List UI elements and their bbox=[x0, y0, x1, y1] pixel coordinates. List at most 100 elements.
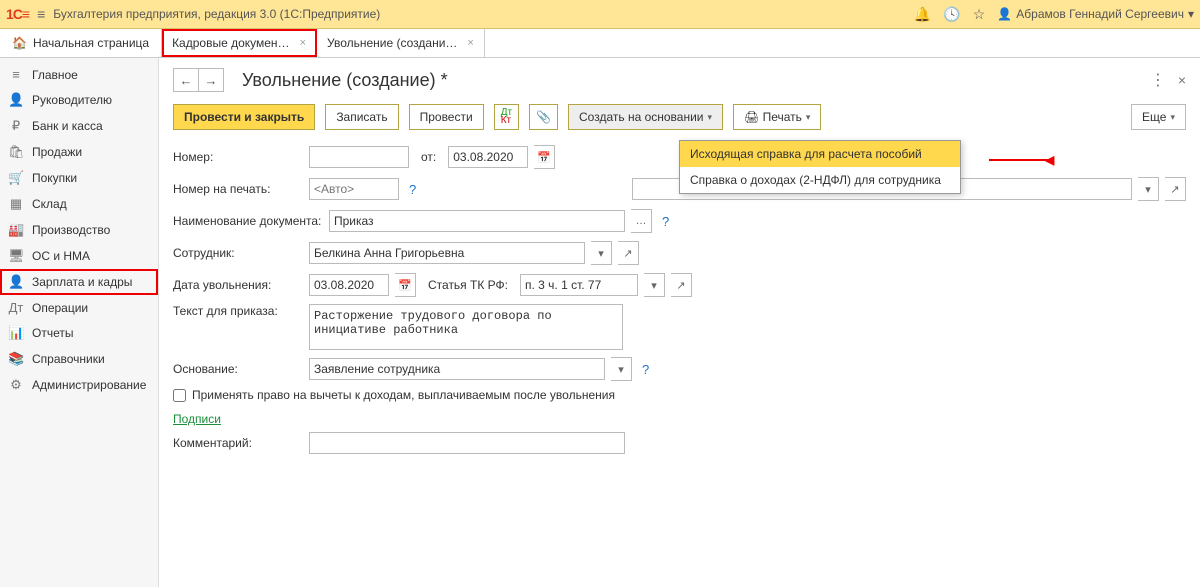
number-input[interactable] bbox=[309, 146, 409, 168]
printer-icon: 🖨 bbox=[744, 110, 759, 124]
order-text-label: Текст для приказа: bbox=[173, 304, 303, 318]
cart-icon: 🛒 bbox=[8, 170, 24, 186]
sidebar-item-label: Руководителю bbox=[32, 93, 112, 107]
dropdown-icon[interactable]: ▾ bbox=[644, 273, 665, 297]
help-icon[interactable]: ? bbox=[642, 362, 649, 377]
dtkt-button[interactable]: ДтКт bbox=[494, 104, 519, 130]
help-icon[interactable]: ? bbox=[662, 214, 669, 229]
fire-date-input[interactable] bbox=[309, 274, 389, 296]
star-icon[interactable]: ☆ bbox=[973, 6, 986, 23]
doc-name-label: Наименование документа: bbox=[173, 214, 323, 228]
print-number-input[interactable] bbox=[309, 178, 399, 200]
tab-label: Начальная страница bbox=[33, 36, 149, 50]
from-label: от: bbox=[421, 150, 436, 164]
monitor-icon: 🖥 bbox=[8, 248, 24, 264]
checkbox-input[interactable] bbox=[173, 389, 186, 402]
sidebar-item-label: Операции bbox=[32, 301, 88, 315]
comment-input[interactable] bbox=[309, 432, 625, 454]
sidebar-item-production[interactable]: 🏭Производство bbox=[0, 217, 158, 243]
factory-icon: 🏭 bbox=[8, 222, 24, 238]
menu-icon[interactable]: ≡ bbox=[37, 6, 45, 22]
signatures-link[interactable]: Подписи bbox=[173, 412, 221, 426]
sidebar-item-sales[interactable]: 🛍Продажи bbox=[0, 139, 158, 165]
post-button[interactable]: Провести bbox=[409, 104, 484, 130]
toolbar: Провести и закрыть Записать Провести ДтК… bbox=[173, 104, 1186, 130]
more-button[interactable]: Еще▾ bbox=[1131, 104, 1186, 130]
sidebar-item-label: Продажи bbox=[32, 145, 82, 159]
save-button[interactable]: Записать bbox=[325, 104, 398, 130]
select-icon[interactable]: … bbox=[631, 209, 652, 233]
open-icon[interactable]: ↗ bbox=[618, 241, 639, 265]
from-date-input[interactable] bbox=[448, 146, 528, 168]
books-icon: 📚 bbox=[8, 351, 24, 367]
deduction-checkbox[interactable]: Применять право на вычеты к доходам, вып… bbox=[173, 388, 1186, 402]
home-icon: 🏠 bbox=[12, 36, 27, 50]
employee-input[interactable] bbox=[309, 242, 585, 264]
sidebar-item-warehouse[interactable]: ▦ Склад bbox=[0, 191, 158, 217]
sidebar-item-operations[interactable]: ДтОперации bbox=[0, 295, 158, 320]
post-close-button[interactable]: Провести и закрыть bbox=[173, 104, 315, 130]
sidebar-item-salary[interactable]: 👤Зарплата и кадры bbox=[0, 269, 158, 295]
forward-button[interactable]: → bbox=[198, 69, 223, 91]
tk-input[interactable] bbox=[520, 274, 638, 296]
nav-buttons: ← → bbox=[173, 68, 224, 92]
more-icon[interactable]: ⋮ bbox=[1150, 70, 1166, 90]
tab-bar: 🏠 Начальная страница Кадровые докумен… ×… bbox=[0, 29, 1200, 58]
sidebar-item-label: Справочники bbox=[32, 352, 105, 366]
sidebar-item-label: Главное bbox=[32, 68, 78, 82]
sidebar-item-bank[interactable]: ₽Банк и касса bbox=[0, 113, 158, 139]
sidebar-item-refs[interactable]: 📚 Справочники bbox=[0, 346, 158, 372]
tab-label: Кадровые докумен… bbox=[172, 36, 290, 50]
user-menu[interactable]: 👤 Абрамов Геннадий Сергеевич ▾ bbox=[997, 7, 1194, 21]
tk-label: Статья ТК РФ: bbox=[428, 278, 508, 292]
open-icon[interactable]: ↗ bbox=[671, 273, 692, 297]
basis-input[interactable] bbox=[309, 358, 605, 380]
sidebar-item-label: Склад bbox=[32, 197, 67, 211]
grid-icon: ▦ bbox=[8, 196, 24, 212]
person-icon: 👤 bbox=[8, 92, 24, 108]
sidebar-item-label: Отчеты bbox=[32, 326, 73, 340]
close-icon[interactable]: × bbox=[467, 37, 473, 49]
bell-icon[interactable]: 🔔 bbox=[914, 6, 931, 23]
user-icon: 👤 bbox=[997, 7, 1012, 21]
tab-kadry[interactable]: Кадровые докумен… × bbox=[162, 29, 317, 57]
sidebar-item-reports[interactable]: 📊Отчеты bbox=[0, 320, 158, 346]
sidebar-item-label: Банк и касса bbox=[32, 119, 103, 133]
dropdown-item-benefit-cert[interactable]: Исходящая справка для расчета пособий bbox=[680, 141, 960, 167]
dropdown-icon[interactable]: ▾ bbox=[611, 357, 632, 381]
tab-home[interactable]: 🏠 Начальная страница bbox=[0, 29, 162, 57]
sidebar-item-manager[interactable]: 👤 Руководителю bbox=[0, 87, 158, 113]
user-name: Абрамов Геннадий Сергеевич bbox=[1016, 7, 1184, 21]
help-icon[interactable]: ? bbox=[409, 182, 416, 197]
calendar-icon[interactable]: 📅 bbox=[534, 145, 555, 169]
top-bar: 1C≡ ≡ Бухгалтерия предприятия, редакция … bbox=[0, 0, 1200, 29]
doc-name-input[interactable] bbox=[329, 210, 625, 232]
create-based-button[interactable]: Создать на основании▾ bbox=[568, 104, 723, 130]
dropdown-icon[interactable]: ▾ bbox=[591, 241, 612, 265]
list-icon: ≡ bbox=[8, 67, 24, 82]
dropdown-icon[interactable]: ▾ bbox=[1138, 177, 1159, 201]
sidebar-item-main[interactable]: ≡ Главное bbox=[0, 62, 158, 87]
close-icon[interactable]: × bbox=[1178, 72, 1186, 88]
sidebar-item-os[interactable]: 🖥ОС и НМА bbox=[0, 243, 158, 269]
tab-label: Увольнение (создани… bbox=[327, 36, 457, 50]
page-title: Увольнение (создание) * bbox=[242, 70, 448, 91]
dropdown-item-2ndfl[interactable]: Справка о доходах (2-НДФЛ) для сотрудник… bbox=[680, 167, 960, 193]
employee-label: Сотрудник: bbox=[173, 246, 303, 260]
chevron-down-icon: ▾ bbox=[1188, 7, 1194, 21]
sidebar-item-label: Зарплата и кадры bbox=[32, 275, 132, 289]
attach-button[interactable]: 📎 bbox=[529, 104, 558, 130]
checkbox-label: Применять право на вычеты к доходам, вып… bbox=[192, 388, 615, 402]
calendar-icon[interactable]: 📅 bbox=[395, 273, 416, 297]
back-button[interactable]: ← bbox=[174, 69, 198, 91]
sidebar-item-purchase[interactable]: 🛒Покупки bbox=[0, 165, 158, 191]
top-right: 🔔 🕓 ☆ 👤 Абрамов Геннадий Сергеевич ▾ bbox=[914, 6, 1194, 23]
order-text-input[interactable] bbox=[309, 304, 623, 350]
sidebar-item-admin[interactable]: ⚙Администрирование bbox=[0, 372, 158, 398]
number-label: Номер: bbox=[173, 150, 303, 164]
history-icon[interactable]: 🕓 bbox=[943, 6, 960, 23]
print-button[interactable]: 🖨 Печать▾ bbox=[733, 104, 821, 130]
tab-uvolnenie[interactable]: Увольнение (создани… × bbox=[317, 29, 485, 57]
close-icon[interactable]: × bbox=[300, 37, 306, 49]
open-icon[interactable]: ↗ bbox=[1165, 177, 1186, 201]
